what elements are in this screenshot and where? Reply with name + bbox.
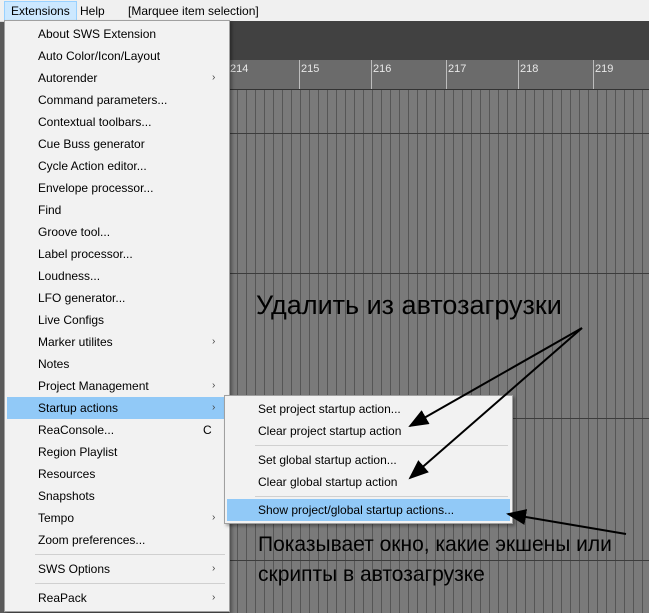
arrow-to-clear-global [408, 327, 583, 480]
arrow-to-clear-project [408, 327, 583, 427]
arrow-to-show-actions [506, 509, 627, 535]
annotation-arrows [408, 327, 627, 535]
